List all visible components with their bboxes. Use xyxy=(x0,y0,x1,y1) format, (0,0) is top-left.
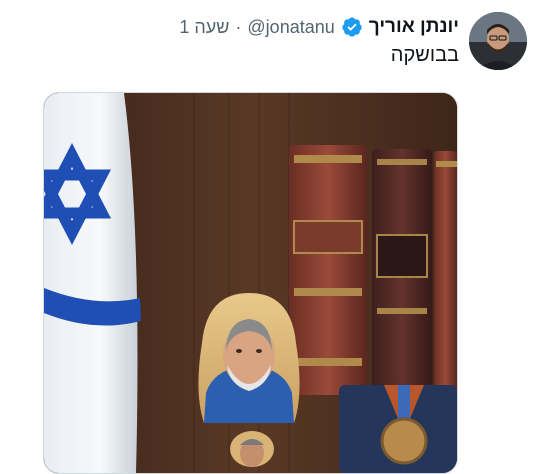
tweet-text: בבושקה xyxy=(390,44,459,66)
media-photo xyxy=(44,93,457,473)
tweet-header: יונתן אוריך @jonatanu · שעה 1 xyxy=(179,14,459,40)
author-handle[interactable]: @jonatanu xyxy=(247,17,334,38)
author-name[interactable]: יונתן אוריך xyxy=(369,16,459,38)
avatar-photo xyxy=(469,12,527,70)
tweet-timestamp[interactable]: שעה 1 xyxy=(179,17,229,38)
verified-badge-icon xyxy=(341,16,363,38)
header-separator: · xyxy=(235,16,242,37)
tweet-media-image[interactable] xyxy=(43,92,458,474)
tweet[interactable]: יונתן אוריך @jonatanu · שעה 1 בבושקה xyxy=(0,0,533,474)
author-avatar[interactable] xyxy=(469,12,527,70)
